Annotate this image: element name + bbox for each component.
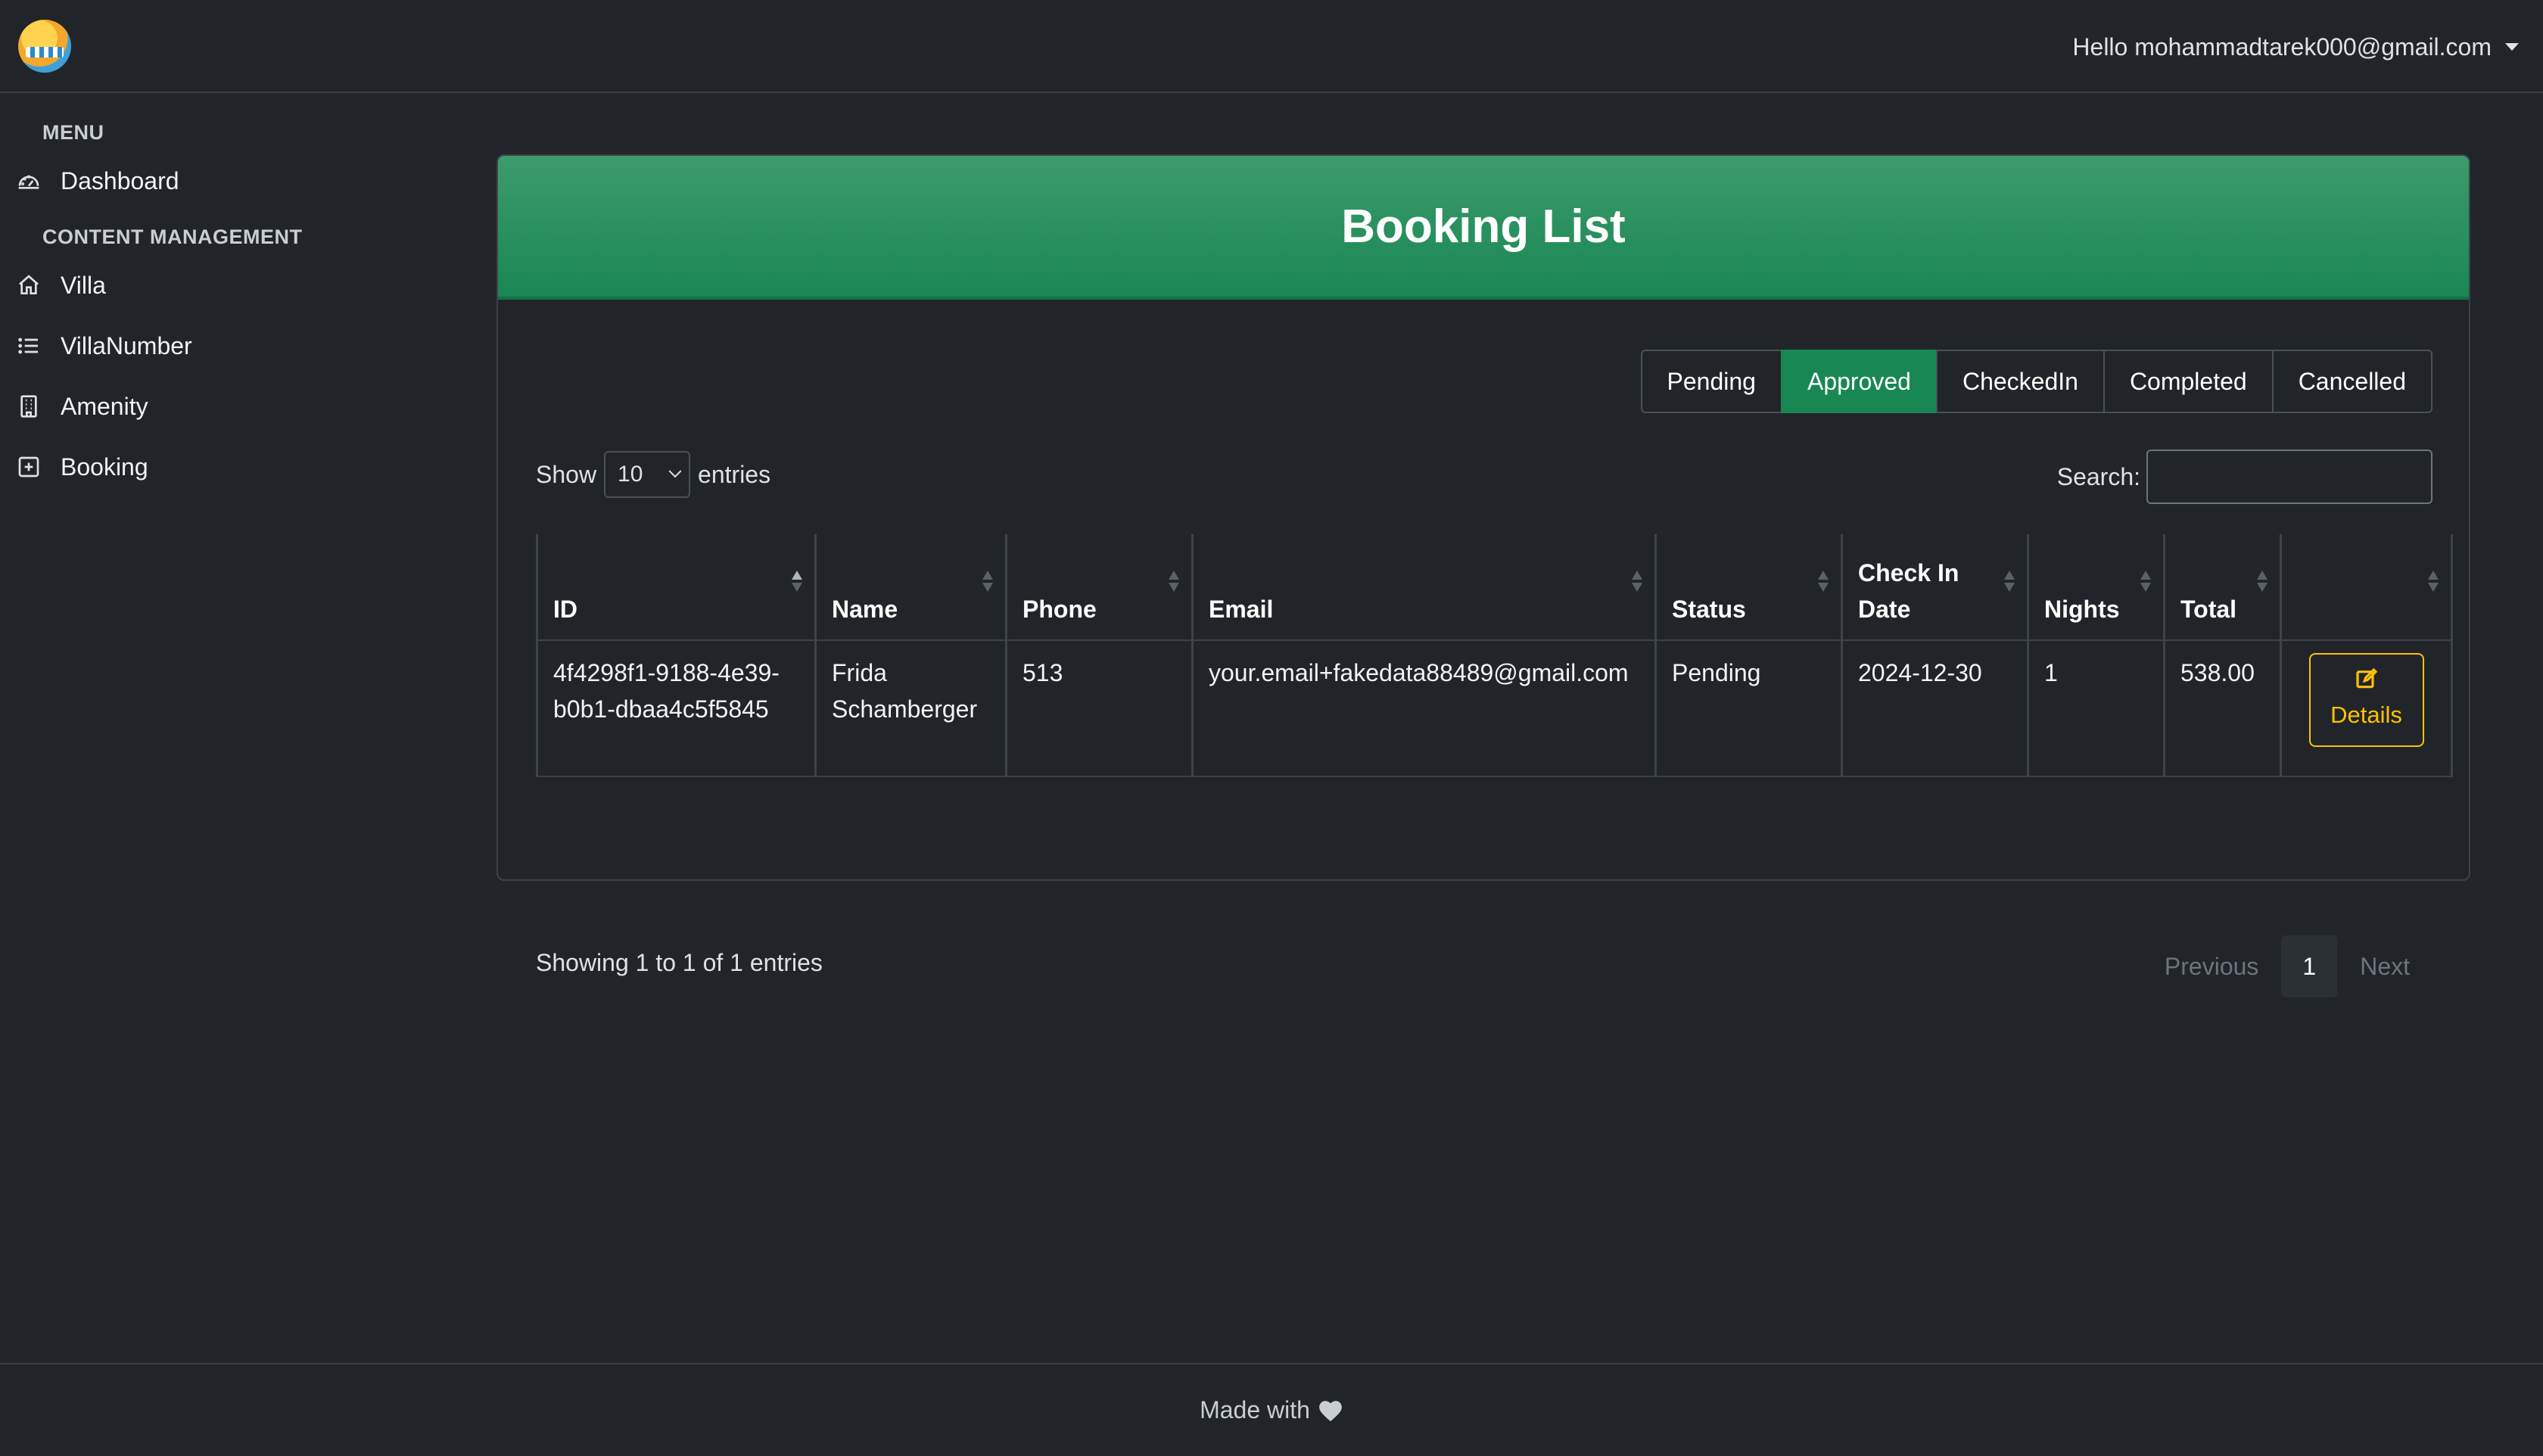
footer-text: Made with	[1200, 1396, 1310, 1423]
column-header-name[interactable]: Name	[814, 534, 1007, 641]
house-icon	[19, 275, 39, 294]
user-menu-dropdown[interactable]: Hello mohammadtarek000@gmail.com	[2072, 30, 2519, 64]
column-header-label: Name	[832, 596, 898, 623]
cell-actions: Details	[2280, 640, 2453, 777]
column-header-label: ID	[553, 596, 577, 623]
heart-icon	[1319, 1400, 1342, 1421]
sort-icon	[1169, 571, 1179, 593]
footer: Made with	[0, 1363, 2543, 1456]
sort-icon	[2257, 571, 2268, 593]
sidebar-item-amenity[interactable]: Amenity	[17, 384, 148, 429]
entries-label: entries	[698, 460, 771, 488]
column-header-id[interactable]: ID	[536, 534, 816, 641]
list-icon	[18, 338, 38, 354]
edit-icon	[2355, 667, 2377, 689]
brand-logo-icon[interactable]	[18, 20, 71, 73]
sidebar-item-label: Amenity	[61, 392, 148, 420]
filter-pending-button[interactable]: Pending	[1640, 350, 1782, 413]
cell-name: Frida Schamberger	[814, 640, 1007, 777]
sidebar-item-villanumber[interactable]: VillaNumber	[17, 323, 192, 369]
chevron-down-icon	[668, 465, 682, 478]
page-title: Booking List	[1341, 200, 1626, 253]
filter-checkedin-button[interactable]: CheckedIn	[1935, 350, 2105, 413]
entries-length-control: Show 10 entries	[536, 451, 770, 498]
user-greeting[interactable]: Hello mohammadtarek000@gmail.com	[2072, 33, 2492, 61]
plus-square-icon	[18, 456, 39, 478]
table-row: 4f4298f1-9188-4e39-b0b1-dbaa4c5f5845 Fri…	[536, 640, 2453, 777]
booking-table: ID Name Phone Email Status Check In Date…	[536, 534, 2453, 777]
caret-down-icon[interactable]	[2505, 43, 2519, 51]
filter-approved-button[interactable]: Approved	[1780, 350, 1938, 413]
entries-per-page-select[interactable]: 10	[604, 451, 691, 498]
top-navbar: Hello mohammadtarek000@gmail.com	[0, 0, 2543, 93]
column-header-check-in-date[interactable]: Check In Date	[1841, 534, 2028, 641]
sort-icon	[1632, 571, 1642, 593]
search-input[interactable]	[2146, 450, 2433, 504]
column-header-phone[interactable]: Phone	[1005, 534, 1193, 641]
sort-icon	[982, 571, 993, 593]
sidebar-item-label: VillaNumber	[61, 331, 192, 359]
filter-completed-button[interactable]: Completed	[2103, 350, 2274, 413]
content-management-section-title: CONTENT MANAGEMENT	[42, 226, 303, 248]
pagination-next[interactable]: Next	[2337, 935, 2433, 997]
cell-id: 4f4298f1-9188-4e39-b0b1-dbaa4c5f5845	[536, 640, 816, 777]
status-filter-group: Pending Approved CheckedIn Completed Can…	[1640, 350, 2433, 413]
details-button-label: Details	[2330, 702, 2402, 728]
sidebar-item-dashboard[interactable]: Dashboard	[17, 158, 179, 204]
dashboard-gauge-icon	[18, 175, 39, 189]
sidebar-item-label: Dashboard	[61, 166, 179, 194]
card-header: Booking List	[498, 156, 2469, 300]
table-header-row: ID Name Phone Email Status Check In Date…	[536, 534, 2453, 641]
sort-icon	[1818, 571, 1829, 593]
search-label: Search:	[2056, 462, 2140, 490]
cell-nights: 1	[2027, 640, 2165, 777]
column-header-label: Email	[1209, 596, 1274, 623]
pagination-page-1[interactable]: 1	[2281, 935, 2338, 997]
table-info: Showing 1 to 1 of 1 entries	[536, 949, 823, 976]
column-header-label: Nights	[2044, 596, 2120, 623]
sort-icon	[2428, 571, 2439, 593]
details-button[interactable]: Details	[2308, 653, 2424, 747]
pagination-previous[interactable]: Previous	[2142, 935, 2282, 997]
column-header-label: Check In Date	[1858, 559, 1959, 623]
column-header-status[interactable]: Status	[1654, 534, 1842, 641]
column-header-label: Total	[2180, 596, 2237, 623]
column-header-label: Phone	[1022, 596, 1097, 623]
column-header-total[interactable]: Total	[2163, 534, 2281, 641]
sidebar-item-label: Villa	[61, 271, 106, 299]
cell-email: your.email+fakedata88489@gmail.com	[1191, 640, 1656, 777]
sort-icon	[2004, 571, 2015, 593]
sort-icon	[2140, 571, 2151, 593]
cell-check-in-date: 2024-12-30	[1841, 640, 2028, 777]
column-header-label: Status	[1672, 596, 1746, 623]
entries-per-page-value: 10	[618, 462, 643, 487]
sidebar-item-booking[interactable]: Booking	[17, 444, 148, 490]
cell-phone: 513	[1005, 640, 1193, 777]
cell-status: Pending	[1654, 640, 1842, 777]
menu-section-title: MENU	[42, 121, 104, 144]
sort-ascending-icon	[792, 571, 802, 593]
sidebar-item-villa[interactable]: Villa	[17, 263, 106, 308]
pagination: Previous 1 Next	[2142, 935, 2433, 997]
sidebar-item-label: Booking	[61, 453, 148, 481]
column-header-actions[interactable]	[2280, 534, 2453, 641]
search-control: Search:	[2057, 450, 2433, 504]
booking-list-card: Booking List Pending Approved CheckedIn …	[496, 154, 2470, 997]
filter-cancelled-button[interactable]: Cancelled	[2271, 350, 2433, 413]
building-icon	[20, 395, 37, 418]
cell-total: 538.00	[2163, 640, 2281, 777]
column-header-email[interactable]: Email	[1191, 534, 1656, 641]
column-header-nights[interactable]: Nights	[2027, 534, 2165, 641]
show-label: Show	[536, 460, 597, 488]
